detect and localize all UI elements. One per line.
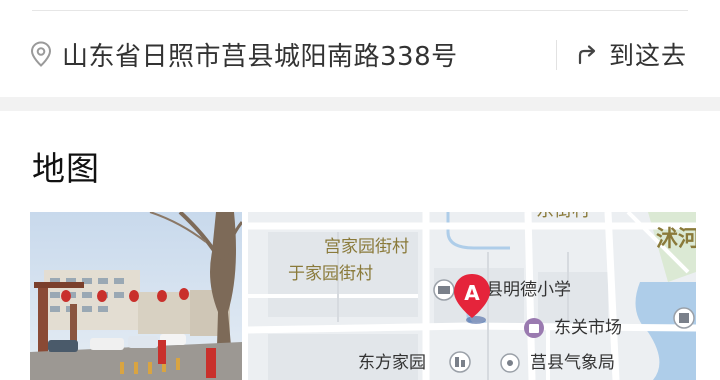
section-separator — [0, 97, 720, 111]
building-poi-icon — [673, 307, 695, 329]
map-label-right-partial: 沭河 — [656, 227, 696, 252]
map-label-top-partial: 东街村 — [536, 212, 590, 221]
map-label-mingde-school: 县明德小学 — [486, 280, 571, 300]
map-label-yu-village: 于家园街村 — [288, 264, 373, 284]
map-label-gong-village: 宫家园街村 — [324, 237, 409, 257]
weather-bureau-poi-icon — [500, 353, 520, 373]
directions-button[interactable]: 到这去 — [575, 34, 687, 74]
map-label-weather-bureau: 莒县气象局 — [530, 353, 615, 373]
map-label-dongfang-garden: 东方家园 — [358, 353, 426, 373]
school-poi-icon — [433, 279, 455, 301]
residential-poi-icon — [449, 351, 471, 373]
street-view-photo[interactable] — [30, 212, 242, 380]
market-poi-icon — [524, 318, 544, 338]
top-divider — [32, 10, 688, 11]
marker-label: A — [464, 281, 480, 305]
section-title: 地图 — [32, 149, 100, 188]
vertical-divider — [556, 40, 557, 70]
map-label-dongguan-market: 东关市场 — [554, 318, 622, 338]
location-map[interactable]: 东街村 宫家园街村 于家园街村 沭河 县明德小学 东关市场 东方家园 — [248, 212, 696, 380]
route-arrow-icon — [578, 45, 596, 65]
location-pin-icon — [30, 41, 52, 67]
address-row: 山东省日照市莒县城阳南路338号 到这去 — [0, 14, 720, 96]
address-text[interactable]: 山东省日照市莒县城阳南路338号 — [62, 36, 458, 73]
directions-label: 到这去 — [609, 41, 688, 70]
